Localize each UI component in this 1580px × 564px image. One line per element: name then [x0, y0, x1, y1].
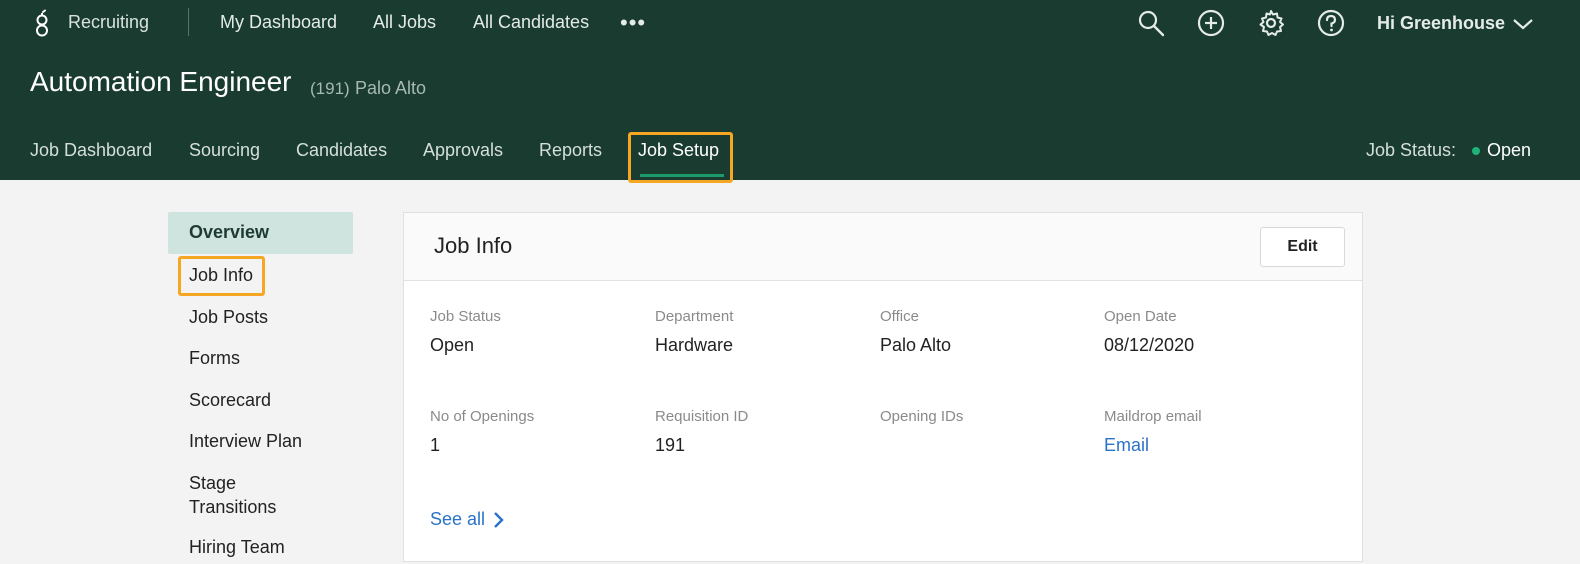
- field-label-maildrop-email: Maildrop email: [1104, 408, 1202, 425]
- job-status-label: Job Status:: [1366, 140, 1457, 160]
- nav-divider: [188, 8, 189, 36]
- sidebar-item-scorecard[interactable]: Scorecard: [189, 388, 271, 412]
- top-navigation: Recruiting My Dashboard All Jobs All Can…: [0, 0, 1580, 46]
- sidebar-item-job-posts[interactable]: Job Posts: [189, 305, 268, 329]
- tab-job-dashboard[interactable]: Job Dashboard: [30, 140, 152, 161]
- tab-approvals[interactable]: Approvals: [423, 140, 503, 161]
- field-value-open-date: 08/12/2020: [1104, 335, 1195, 355]
- field-label-department: Department: [655, 308, 734, 325]
- job-id-count: (191): [310, 79, 350, 98]
- sidebar-item-job-info[interactable]: Job Info: [189, 263, 253, 287]
- active-tab-indicator: [640, 174, 724, 177]
- field-label-office: Office: [880, 308, 919, 325]
- panel-title: Job Info: [434, 233, 513, 258]
- panel-header: Job Info Edit: [404, 213, 1362, 281]
- gear-icon[interactable]: [1256, 8, 1286, 38]
- maildrop-email-link[interactable]: Email: [1104, 435, 1149, 456]
- edit-button[interactable]: Edit: [1260, 227, 1345, 267]
- field-label-job-status: Job Status: [430, 308, 501, 325]
- field-value-openings: 1: [430, 435, 441, 455]
- brand-label[interactable]: Recruiting: [68, 12, 149, 33]
- app-header: Recruiting My Dashboard All Jobs All Can…: [0, 0, 1580, 183]
- field-label-requisition-id: Requisition ID: [655, 408, 749, 425]
- tab-sourcing[interactable]: Sourcing: [189, 140, 260, 161]
- plus-circle-icon[interactable]: [1196, 8, 1226, 38]
- chevron-right-icon[interactable]: [492, 511, 504, 529]
- job-location: Palo Alto: [355, 78, 427, 98]
- nav-all-candidates[interactable]: All Candidates: [473, 12, 589, 33]
- job-status-value[interactable]: Open: [1487, 140, 1531, 161]
- field-label-opening-ids: Opening IDs: [880, 408, 964, 425]
- field-value-job-status: Open: [430, 335, 475, 355]
- search-icon[interactable]: [1136, 8, 1166, 38]
- help-icon[interactable]: [1316, 8, 1346, 38]
- sidebar-item-hiring-team[interactable]: Hiring Team: [189, 535, 285, 559]
- job-info-panel: Job Info Edit Job Status Open Department…: [403, 212, 1363, 562]
- sidebar-item-forms[interactable]: Forms: [189, 346, 240, 370]
- field-label-openings: No of Openings: [430, 408, 535, 425]
- nav-all-jobs[interactable]: All Jobs: [373, 12, 436, 33]
- field-value-department: Hardware: [655, 335, 734, 355]
- user-greeting[interactable]: Hi Greenhouse: [1377, 13, 1505, 34]
- tab-job-setup[interactable]: Job Setup: [638, 140, 719, 161]
- status-dot: [1472, 147, 1480, 155]
- chevron-down-icon[interactable]: [1512, 16, 1534, 32]
- see-all-link[interactable]: See all: [430, 509, 485, 530]
- greenhouse-logo-icon[interactable]: [32, 8, 52, 38]
- sidebar-item-interview-plan[interactable]: Interview Plan: [189, 429, 302, 453]
- job-title: Automation Engineer: [30, 66, 292, 97]
- tab-reports[interactable]: Reports: [539, 140, 602, 161]
- sidebar-item-stage-transitions[interactable]: Stage Transitions: [189, 471, 299, 519]
- more-icon[interactable]: •••: [620, 10, 646, 36]
- sidebar-item-overview[interactable]: Overview: [168, 212, 353, 254]
- field-value-requisition-id: 191: [655, 435, 686, 455]
- tab-candidates[interactable]: Candidates: [296, 140, 387, 161]
- sidebar-item-label: Overview: [189, 222, 270, 242]
- field-value-office: Palo Alto: [880, 335, 952, 355]
- field-label-open-date: Open Date: [1104, 308, 1177, 325]
- nav-my-dashboard[interactable]: My Dashboard: [220, 12, 337, 33]
